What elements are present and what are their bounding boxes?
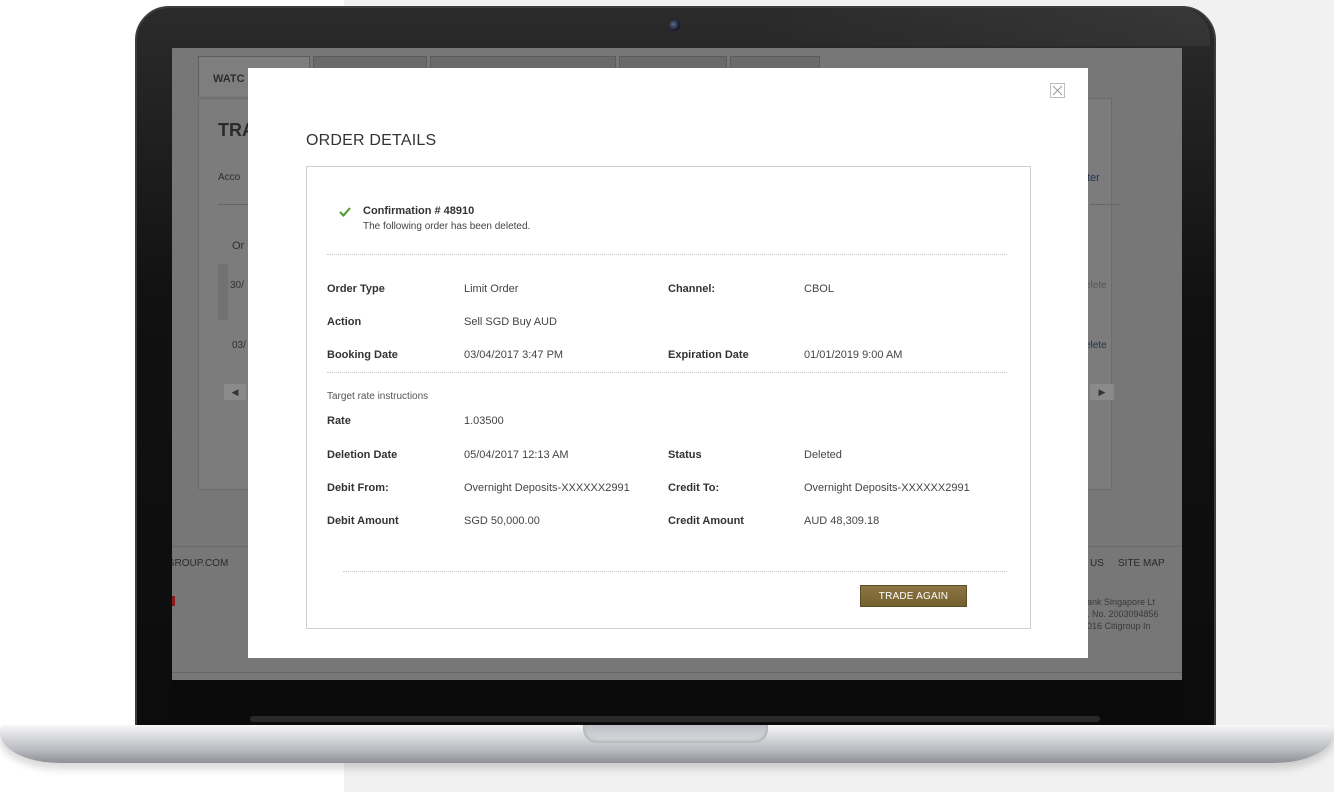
- channel-value: CBOL: [804, 283, 834, 295]
- deletion-date-value: 05/04/2017 12:13 AM: [464, 449, 569, 461]
- bg-right-header[interactable]: ter: [1087, 172, 1100, 184]
- section-divider: [343, 571, 1007, 572]
- expiration-date-label: Expiration Date: [668, 349, 749, 361]
- bg-divider: [1090, 204, 1120, 205]
- confirmation-number: Confirmation # 48910: [363, 205, 475, 217]
- bg-copyright-line: g. No. 2003094856: [1082, 609, 1159, 619]
- bg-copyright-line: bank Singapore Lt: [1082, 597, 1156, 607]
- credit-to-value: Overnight Deposits-XXXXXX2991: [804, 482, 970, 494]
- credit-amount-label: Credit Amount: [668, 515, 744, 527]
- section-divider: [327, 372, 1007, 373]
- camera-icon: [669, 20, 680, 31]
- laptop-screen: WATC TRA Acco Or 30/ 03/ ◀ ter elete ele…: [172, 48, 1182, 680]
- bg-footer-link[interactable]: US: [1090, 558, 1104, 569]
- scroll-left-icon[interactable]: ◀: [224, 384, 246, 400]
- bg-divider: [218, 204, 248, 205]
- bg-copyright-line: 2016 Citigroup In: [1082, 621, 1151, 631]
- bg-delete-link[interactable]: elete: [1085, 340, 1107, 351]
- close-icon: [1052, 85, 1063, 96]
- close-button[interactable]: [1050, 83, 1065, 98]
- credit-to-label: Credit To:: [668, 482, 720, 494]
- trade-again-button[interactable]: TRADE AGAIN: [860, 585, 967, 607]
- deletion-date-label: Deletion Date: [327, 449, 398, 461]
- credit-amount-value: AUD 48,309.18: [804, 515, 880, 527]
- laptop-opening-notch: [583, 725, 768, 743]
- bg-copyright: bank Singapore Lt g. No. 2003094856 2016…: [1082, 596, 1159, 632]
- lid-bezel-bottom: [172, 680, 1182, 720]
- bg-bottom-divider: [172, 672, 1182, 673]
- rate-label: Rate: [327, 415, 351, 427]
- order-details-modal: ORDER DETAILS Confirmation # 48910 The f…: [248, 68, 1088, 658]
- checkmark-icon: [339, 207, 351, 217]
- order-type-value: Limit Order: [464, 283, 519, 295]
- debit-from-value: Overnight Deposits-XXXXXX2991: [464, 482, 630, 494]
- bg-footer-sitemap[interactable]: SITE MAP: [1118, 558, 1165, 569]
- expiration-date-value: 01/01/2019 9:00 AM: [804, 349, 903, 361]
- bg-footer-link[interactable]: IGROUP.COM: [172, 558, 228, 569]
- debit-from-label: Debit From:: [327, 482, 389, 494]
- order-type-label: Order Type: [327, 283, 385, 295]
- scroll-right-icon[interactable]: ▶: [1090, 384, 1114, 400]
- bg-row-date: 03/: [232, 340, 246, 351]
- modal-title: ORDER DETAILS: [306, 132, 437, 149]
- bg-account-label: Acco: [218, 172, 241, 183]
- target-rate-heading: Target rate instructions: [327, 391, 429, 402]
- action-value: Sell SGD Buy AUD: [464, 316, 557, 328]
- status-label: Status: [668, 449, 702, 461]
- section-divider: [327, 254, 1007, 255]
- channel-label: Channel:: [668, 283, 716, 295]
- bg-delete-link[interactable]: elete: [1085, 280, 1107, 291]
- laptop-hinge: [250, 716, 1100, 722]
- bg-row-highlight: [218, 264, 228, 320]
- booking-date-value: 03/04/2017 3:47 PM: [464, 349, 564, 361]
- rate-value: 1.03500: [464, 415, 504, 427]
- lid-glare: [740, 8, 1210, 46]
- bg-tab-label: WATC: [213, 73, 245, 85]
- action-label: Action: [327, 316, 362, 328]
- status-value: Deleted: [804, 449, 842, 461]
- bg-logo-mark: [172, 596, 175, 606]
- confirmation-message: The following order has been deleted.: [363, 221, 531, 232]
- debit-amount-label: Debit Amount: [327, 515, 399, 527]
- bg-row-date: 30/: [230, 280, 244, 291]
- booking-date-label: Booking Date: [327, 349, 398, 361]
- debit-amount-value: SGD 50,000.00: [464, 515, 540, 527]
- bg-column-header: Or: [232, 240, 245, 252]
- order-details-card: Confirmation # 48910 The following order…: [306, 166, 1031, 629]
